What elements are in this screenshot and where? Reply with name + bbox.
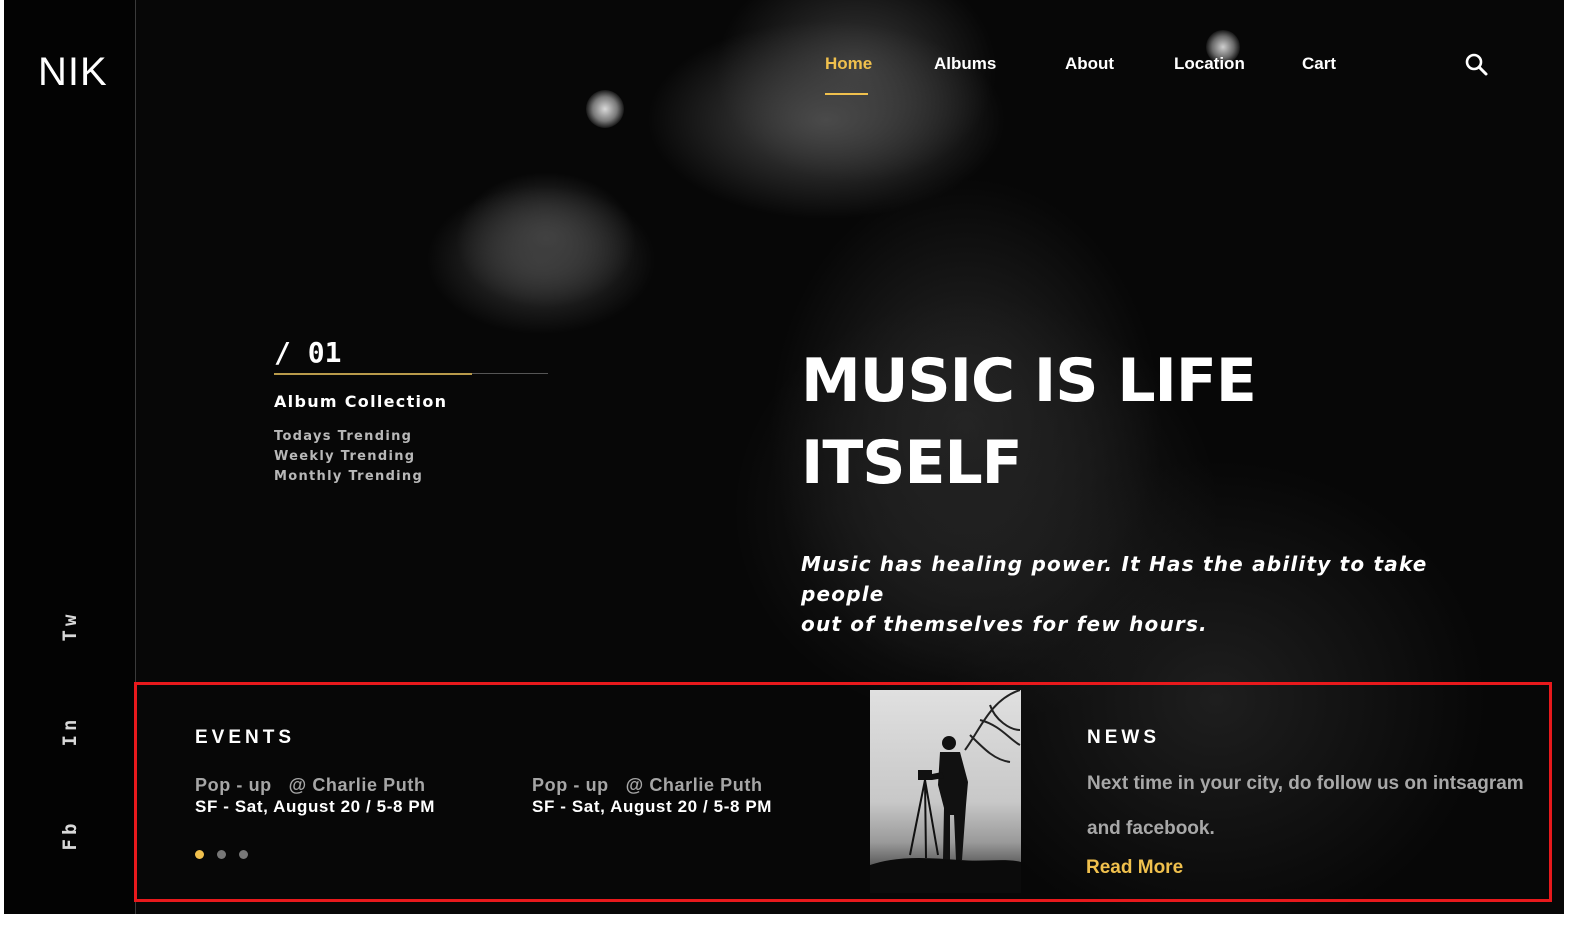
photographer-silhouette	[870, 690, 1021, 893]
hero-tagline: Music has healing power. It Has the abil…	[801, 549, 1501, 639]
singer-beanie	[646, 20, 1006, 220]
carousel-dot-3[interactable]	[239, 850, 248, 859]
progress-line-active	[274, 373, 472, 375]
album-counter: / 01	[274, 336, 342, 369]
page-frame: NIK Tw In Fb Home Albums About Location …	[4, 0, 1564, 914]
event-item[interactable]: Pop - up @ Charlie Puth SF - Sat, August…	[195, 775, 435, 817]
hero-tagline-line1: Music has healing power. It Has the abil…	[801, 552, 1428, 606]
event-item[interactable]: Pop - up @ Charlie Puth SF - Sat, August…	[532, 775, 772, 817]
news-photo-photographer[interactable]	[870, 690, 1021, 893]
hero-headline: MUSIC IS LIFE ITSELF	[801, 340, 1361, 504]
album-collection-title: Album Collection	[274, 392, 448, 411]
sidebar: NIK Tw In Fb	[4, 0, 136, 914]
search-icon[interactable]	[1464, 52, 1490, 78]
social-link-twitter[interactable]: Tw	[59, 611, 81, 642]
album-links: Todays Trending Weekly Trending Monthly …	[274, 427, 423, 487]
nav-about[interactable]: About	[1065, 54, 1114, 74]
news-text-line1: Next time in your city, do follow us on …	[1087, 773, 1524, 794]
event-detail: SF - Sat, August 20 / 5-8 PM	[532, 797, 773, 816]
carousel-dot-1[interactable]	[195, 850, 204, 859]
event-name: Pop - up @ Charlie Puth	[195, 775, 426, 795]
events-title: EVENTS	[195, 727, 296, 748]
progress-line-track	[472, 373, 548, 374]
album-link-todays-trending[interactable]: Todays Trending	[274, 427, 423, 447]
nav-home[interactable]: Home	[825, 54, 872, 74]
nav-location[interactable]: Location	[1174, 54, 1245, 74]
event-detail: SF - Sat, August 20 / 5-8 PM	[195, 797, 436, 816]
hero-headline-line1: MUSIC IS LIFE	[801, 346, 1257, 416]
album-link-weekly-trending[interactable]: Weekly Trending	[274, 447, 423, 467]
nav-albums[interactable]: Albums	[934, 54, 996, 74]
events-news-panel: EVENTS Pop - up @ Charlie Puth SF - Sat,…	[134, 682, 1552, 902]
news-text: Next time in your city, do follow us on …	[1087, 761, 1537, 851]
carousel-dot-2[interactable]	[217, 850, 226, 859]
read-more-link[interactable]: Read More	[1086, 857, 1183, 879]
nav-active-indicator	[825, 93, 868, 95]
social-link-instagram[interactable]: In	[59, 716, 81, 747]
social-link-facebook[interactable]: Fb	[59, 820, 81, 851]
hero-headline-line2: ITSELF	[801, 428, 1023, 498]
event-name: Pop - up @ Charlie Puth	[532, 775, 763, 795]
album-link-monthly-trending[interactable]: Monthly Trending	[274, 467, 423, 487]
hero-tagline-line2: out of themselves for few hours.	[801, 612, 1208, 636]
nav-cart[interactable]: Cart	[1302, 54, 1336, 74]
bokeh-light	[586, 90, 624, 128]
hand-with-microphone	[426, 185, 656, 335]
news-text-line2: and facebook.	[1087, 818, 1215, 839]
brand-logo[interactable]: NIK	[38, 50, 108, 95]
news-title: NEWS	[1087, 727, 1160, 748]
